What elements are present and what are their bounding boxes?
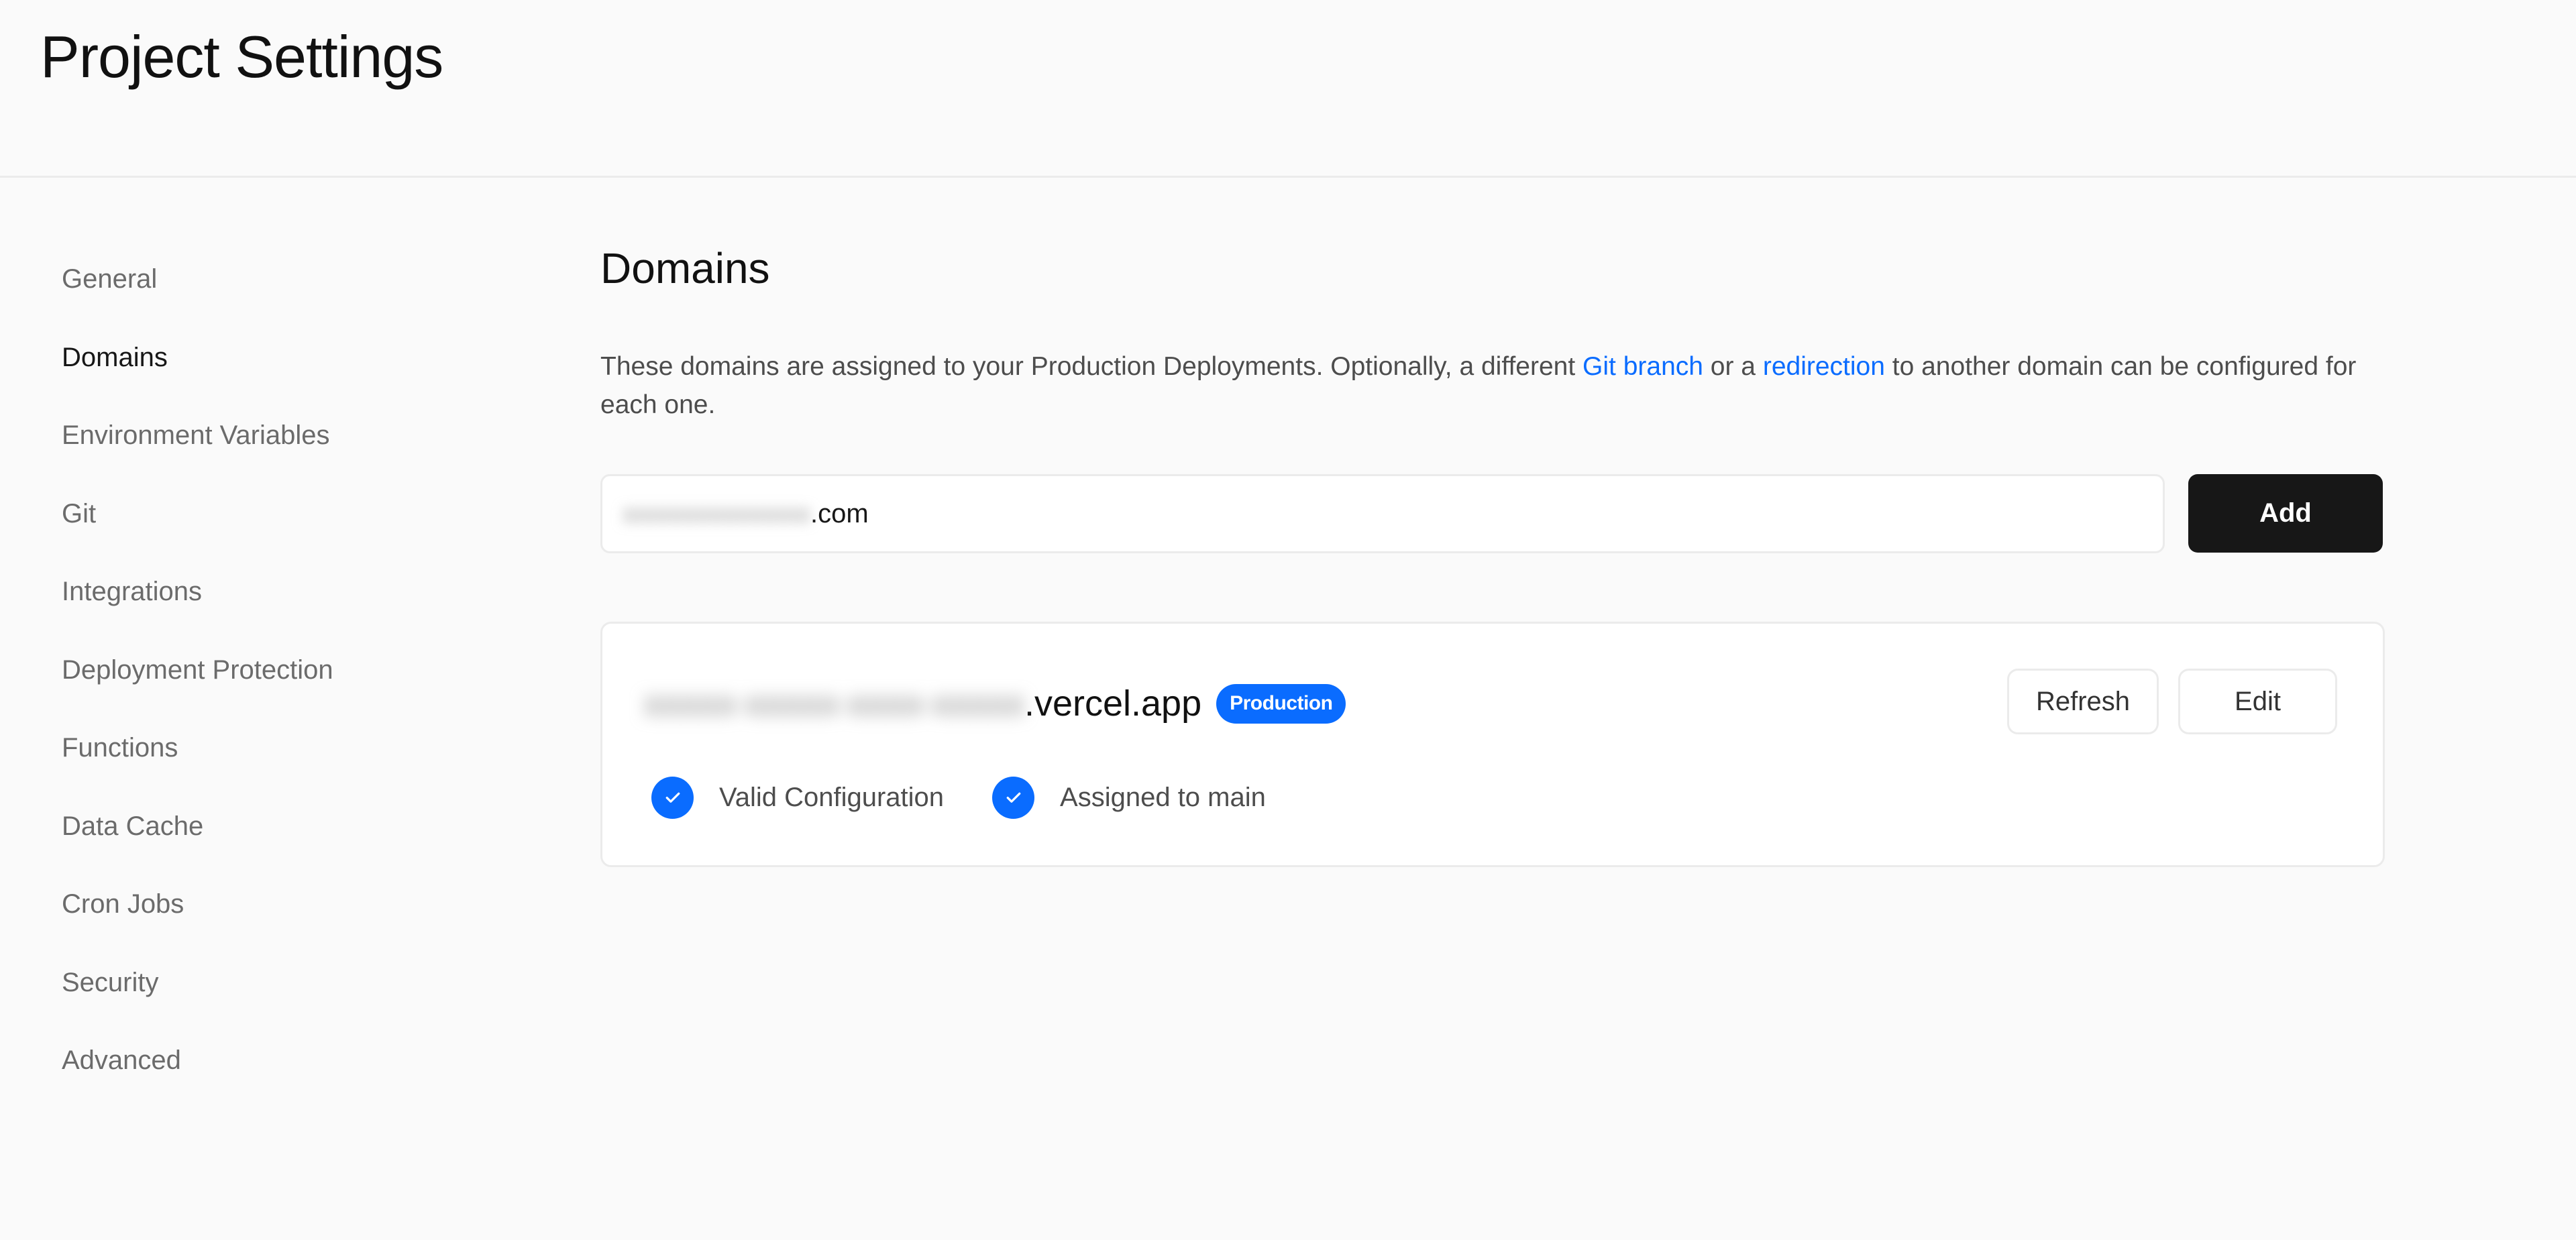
sidebar-item-data-cache[interactable]: Data Cache [62,802,437,881]
refresh-button[interactable]: Refresh [2007,669,2159,734]
domain-input-suffix: .com [810,498,869,528]
sidebar-item-git[interactable]: Git [62,490,437,568]
redacted-domain-text: xxxxxxxxxxxxxx [623,498,810,528]
sidebar-item-functions[interactable]: Functions [62,724,437,802]
status-label: Assigned to main [1060,782,1266,812]
sidebar-item-integrations[interactable]: Integrations [62,567,437,646]
section-description: These domains are assigned to your Produ… [600,347,2358,424]
check-circle-icon [992,776,1035,819]
sidebar-item-security[interactable]: Security [62,958,437,1037]
check-circle-icon [651,776,694,819]
production-badge: Production [1216,683,1346,724]
redacted-domain-name: xxxxx-xxxxx-xxxx-xxxxx [644,683,1024,724]
status-label: Valid Configuration [719,782,945,812]
description-text-2: or a [1703,352,1763,381]
description-text-1: These domains are assigned to your Produ… [600,352,1583,381]
sidebar-item-deployment-protection[interactable]: Deployment Protection [62,646,437,724]
status-valid-configuration: Valid Configuration [651,776,945,819]
domain-status-list: Valid Configuration Assigned to main [651,775,1314,820]
page-header: Project Settings [0,0,2576,178]
redirection-link[interactable]: redirection [1763,352,1885,381]
domain-input[interactable]: xxxxxxxxxxxxxx .com [600,474,2165,553]
sidebar-item-general[interactable]: General [62,255,437,333]
sidebar-item-environment-variables[interactable]: Environment Variables [62,411,437,490]
sidebar-item-domains[interactable]: Domains [62,333,437,412]
add-domain-button[interactable]: Add [2188,474,2383,553]
domain-name-suffix: .vercel.app [1024,683,1202,724]
status-assigned-branch: Assigned to main [992,776,1266,819]
edit-button[interactable]: Edit [2178,669,2337,734]
settings-sidebar: General Domains Environment Variables Gi… [62,255,437,1115]
domain-card: xxxxx-xxxxx-xxxx-xxxxx .vercel.app Produc… [600,622,2385,867]
sidebar-item-cron-jobs[interactable]: Cron Jobs [62,880,437,958]
domain-name[interactable]: xxxxx-xxxxx-xxxx-xxxxx .vercel.app [644,683,1201,724]
sidebar-item-advanced[interactable]: Advanced [62,1036,437,1115]
git-branch-link[interactable]: Git branch [1582,352,1703,381]
domain-header: xxxxx-xxxxx-xxxx-xxxxx .vercel.app Produc… [644,680,1346,727]
section-title: Domains [600,244,770,292]
page-title: Project Settings [40,23,443,90]
